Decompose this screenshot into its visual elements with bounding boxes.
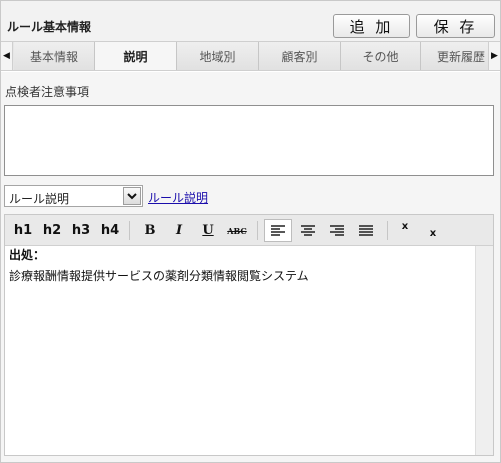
heading1-button[interactable]: h1 [9, 219, 37, 242]
superscript-button[interactable]: x [394, 219, 416, 242]
chevron-down-icon[interactable] [123, 187, 141, 205]
align-left-icon[interactable] [264, 219, 292, 242]
align-right-icon[interactable] [323, 219, 351, 242]
tab-bar: ◀ 基本情報 説明 地域別 顧客別 その他 更新履歴 ▶ [1, 41, 500, 71]
tab-description[interactable]: 説明 [95, 42, 177, 70]
editor-content[interactable]: 出処： 診療報酬情報提供サービスの薬剤分類情報閲覧システム [5, 246, 475, 455]
content-source-text: 診療報酬情報提供サービスの薬剤分類情報閲覧システム [9, 269, 309, 283]
notes-textarea[interactable] [4, 105, 494, 176]
bold-button[interactable]: B [137, 219, 163, 242]
tab-scroll-right-icon[interactable]: ▶ [488, 42, 500, 70]
editor-scrollbar[interactable] [475, 246, 493, 455]
page-title: ルール基本情報 [7, 20, 92, 34]
italic-button[interactable]: I [166, 219, 192, 242]
heading3-button[interactable]: h3 [67, 219, 95, 242]
align-justify-icon[interactable] [352, 219, 380, 242]
toolbar-separator [387, 221, 388, 240]
add-button[interactable]: 追 加 [333, 14, 410, 38]
tab-history[interactable]: 更新履歴 [421, 42, 495, 70]
editor-toolbar: h1 h2 h3 h4 B I U ABC x x [5, 215, 493, 246]
content-source-heading: 出処： [9, 248, 46, 262]
notes-label: 点検者注意事項 [5, 85, 90, 99]
tab-customer[interactable]: 顧客別 [259, 42, 341, 70]
tab-basic-info[interactable]: 基本情報 [14, 42, 95, 70]
heading4-button[interactable]: h4 [96, 219, 124, 242]
rule-description-link[interactable]: ルール説明 [148, 189, 208, 206]
heading2-button[interactable]: h2 [38, 219, 66, 242]
rich-text-editor: h1 h2 h3 h4 B I U ABC x x 出処： 診療報酬情報提供サー… [4, 214, 494, 456]
select-value: ルール説明 [9, 192, 70, 206]
toolbar-separator [129, 221, 130, 240]
tab-other[interactable]: その他 [341, 42, 421, 70]
strikethrough-button[interactable]: ABC [224, 219, 250, 242]
tab-scroll-left-icon[interactable]: ◀ [1, 42, 13, 70]
tab-region[interactable]: 地域別 [177, 42, 259, 70]
save-button[interactable]: 保 存 [416, 14, 495, 38]
subscript-button[interactable]: x [422, 219, 444, 242]
toolbar-separator [257, 221, 258, 240]
underline-button[interactable]: U [195, 219, 221, 242]
align-center-icon[interactable] [294, 219, 322, 242]
description-type-select[interactable]: ルール説明 [4, 185, 143, 207]
